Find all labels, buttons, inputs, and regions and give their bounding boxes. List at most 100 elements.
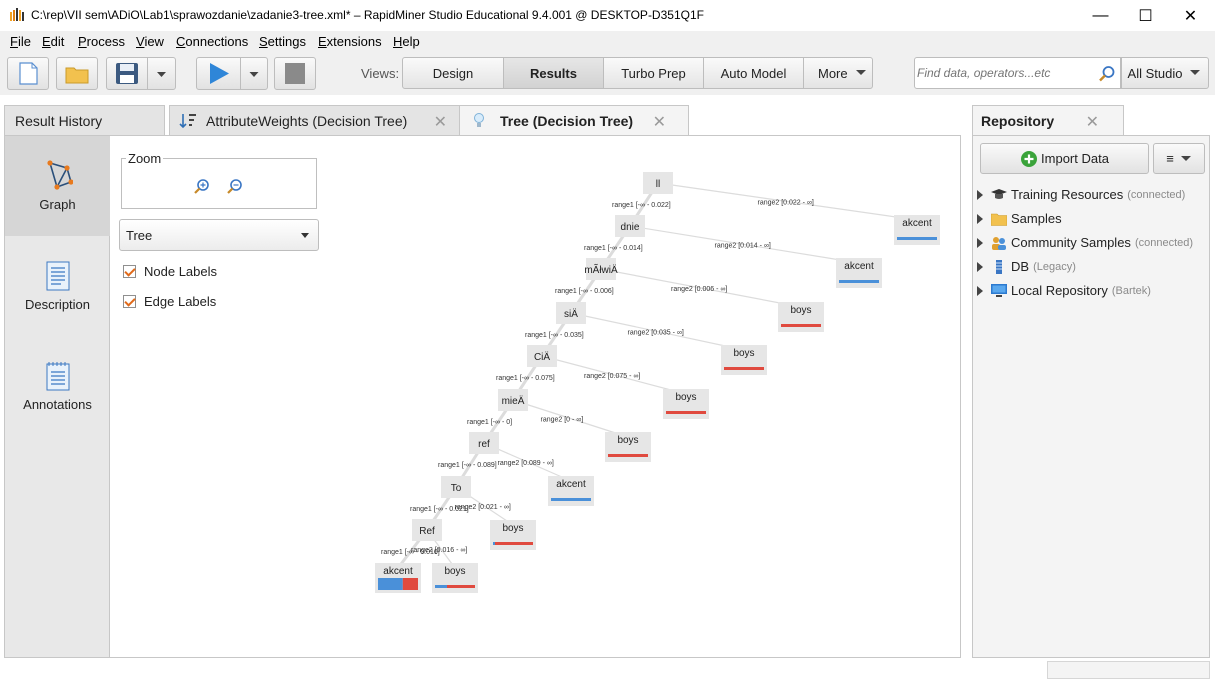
tab-result-history[interactable]: Result History <box>4 105 165 135</box>
edge-label: range1 [-∞ - 0.035] <box>525 332 584 339</box>
menu-process[interactable]: Process <box>78 34 125 49</box>
view-mode-sidebar: Graph Description Annotations <box>5 136 110 657</box>
view-design-button[interactable]: Design <box>402 57 504 89</box>
tree-split-label: ll <box>656 179 660 190</box>
lightbulb-icon <box>474 112 484 127</box>
tab-tree[interactable]: Tree (Decision Tree) ✕ <box>459 105 689 135</box>
open-process-button[interactable] <box>56 57 98 90</box>
view-results-button[interactable]: Results <box>503 57 604 89</box>
status-progress-bar <box>1047 661 1210 679</box>
menu-settings[interactable]: Settings <box>259 34 306 49</box>
leaf-boys-bar <box>781 324 821 327</box>
chevron-down-icon <box>1190 70 1201 75</box>
edge-label: range2 [0.035 - ∞] <box>628 330 684 337</box>
repo-item-community-samples[interactable]: Community Samples (connected) <box>977 235 1193 250</box>
repo-item-label: Samples <box>1011 211 1062 226</box>
repository-menu-button[interactable]: ≡ <box>1153 143 1205 174</box>
repo-item-training-resources[interactable]: Training Resources (connected) <box>977 187 1185 202</box>
expand-icon[interactable] <box>977 189 983 200</box>
menu-connections[interactable]: Connections <box>176 34 248 49</box>
tab-attribute-weights[interactable]: AttributeWeights (Decision Tree) ✕ <box>169 105 460 135</box>
title-bar: C:\rep\VII sem\ADiO\Lab1\sprawozdanie\za… <box>0 0 1215 31</box>
repo-item-db[interactable]: DB (Legacy) <box>977 259 1076 274</box>
tree-leaf-label: boys <box>733 348 754 359</box>
new-process-button[interactable] <box>7 57 49 90</box>
view-auto-model-button[interactable]: Auto Model <box>703 57 804 89</box>
decision-tree-graph[interactable]: range1 [-∞ - 0.022] range2 [0.022 - ∞] ran… <box>111 136 960 657</box>
leaf-boys-bar <box>666 411 706 414</box>
menu-view[interactable]: View <box>136 34 164 49</box>
repo-item-local-repository[interactable]: Local Repository (Bartek) <box>977 283 1151 298</box>
edge-label: range1 [-∞ - 0] <box>467 419 512 426</box>
sidetab-annotations-label: Annotations <box>23 397 92 412</box>
close-window-button[interactable]: ✕ <box>1168 0 1213 31</box>
close-tab-icon[interactable]: ✕ <box>653 112 666 132</box>
stop-process-button[interactable] <box>274 57 316 90</box>
edge-label: range1 [-∞ - 0.075] <box>496 375 555 382</box>
repo-item-label: Local Repository <box>1011 283 1108 298</box>
minimize-button[interactable]: — <box>1078 0 1123 31</box>
tree-split-label: CiÄ <box>534 351 550 363</box>
tree-split-label: Ref <box>419 526 435 537</box>
tree-leaf-label: boys <box>502 523 523 534</box>
search-input[interactable] <box>917 64 1092 82</box>
edge-label: range2 [0 - ∞] <box>541 417 584 424</box>
more-label: More <box>818 65 848 81</box>
tree-split-label: ref <box>478 439 490 450</box>
edge-label: range2 [0.075 - ∞] <box>584 373 640 380</box>
menu-edit[interactable]: Edit <box>42 34 64 49</box>
repository-panel: Repository ✕ Import Data ≡ Training Reso… <box>972 105 1210 658</box>
repo-item-label: Community Samples <box>1011 235 1131 250</box>
folder-icon <box>991 213 1007 226</box>
leaf-boys-bar <box>495 542 533 545</box>
window-title: C:\rep\VII sem\ADiO\Lab1\sprawozdanie\za… <box>31 8 704 22</box>
search-icon[interactable] <box>1098 65 1116 83</box>
results-area: Result History AttributeWeights (Decisio… <box>4 105 961 658</box>
global-search-box[interactable] <box>914 57 1121 89</box>
view-more-button[interactable]: More <box>803 57 873 89</box>
run-process-button[interactable] <box>196 57 241 90</box>
edge-label: range2 [0.089 - ∞] <box>498 460 554 467</box>
expand-icon[interactable] <box>977 261 983 272</box>
maximize-button[interactable]: ☐ <box>1123 0 1168 31</box>
play-icon <box>210 63 229 84</box>
repo-item-samples[interactable]: Samples <box>977 211 1066 226</box>
leaf-akcent-bar <box>493 542 495 545</box>
sidetab-annotations[interactable]: Annotations <box>5 336 110 436</box>
edge-label: range1 [-∞ - 0.014] <box>584 245 643 252</box>
expand-icon[interactable] <box>977 237 983 248</box>
edge-label: range1 [-∞ - 0.006] <box>555 288 614 295</box>
repo-item-status: (Bartek) <box>1111 284 1151 297</box>
import-data-label: Import Data <box>1041 151 1109 166</box>
search-scope-dropdown[interactable]: All Studio <box>1121 57 1209 89</box>
repository-body: Import Data ≡ Training Resources (connec… <box>972 135 1210 658</box>
folder-icon <box>65 67 89 84</box>
annotations-icon <box>46 362 69 391</box>
menu-help[interactable]: Help <box>393 34 420 49</box>
sidetab-description[interactable]: Description <box>5 236 110 336</box>
repo-item-status: (connected) <box>1134 236 1194 249</box>
save-options-dropdown[interactable] <box>147 57 176 90</box>
menu-extensions[interactable]: Extensions <box>318 34 382 49</box>
tree-leaf-label: akcent <box>383 566 413 577</box>
leaf-akcent-bar <box>839 280 879 283</box>
description-icon <box>46 261 69 291</box>
tab-repository[interactable]: Repository ✕ <box>972 105 1124 135</box>
expand-icon[interactable] <box>977 285 983 296</box>
view-turbo-prep-button[interactable]: Turbo Prep <box>603 57 704 89</box>
run-options-dropdown[interactable] <box>240 57 268 90</box>
close-tab-icon[interactable]: ✕ <box>434 112 447 132</box>
close-tab-icon[interactable]: ✕ <box>1086 112 1099 132</box>
menu-bar: File Edit Process View Connections Setti… <box>0 31 1215 53</box>
import-data-button[interactable]: Import Data <box>980 143 1149 174</box>
tab-tree-label: Tree (Decision Tree) <box>500 112 634 129</box>
graduation-cap-icon <box>991 188 1007 199</box>
sidetab-graph[interactable]: Graph <box>5 136 110 236</box>
hamburger-icon: ≡ <box>1166 151 1174 166</box>
search-scope-label: All Studio <box>1127 65 1183 81</box>
menu-file[interactable]: File <box>10 34 31 49</box>
leaf-boys-bar <box>608 454 648 457</box>
tree-split-label: mieÄ <box>502 395 525 407</box>
save-process-button[interactable] <box>106 57 148 90</box>
expand-icon[interactable] <box>977 213 983 224</box>
